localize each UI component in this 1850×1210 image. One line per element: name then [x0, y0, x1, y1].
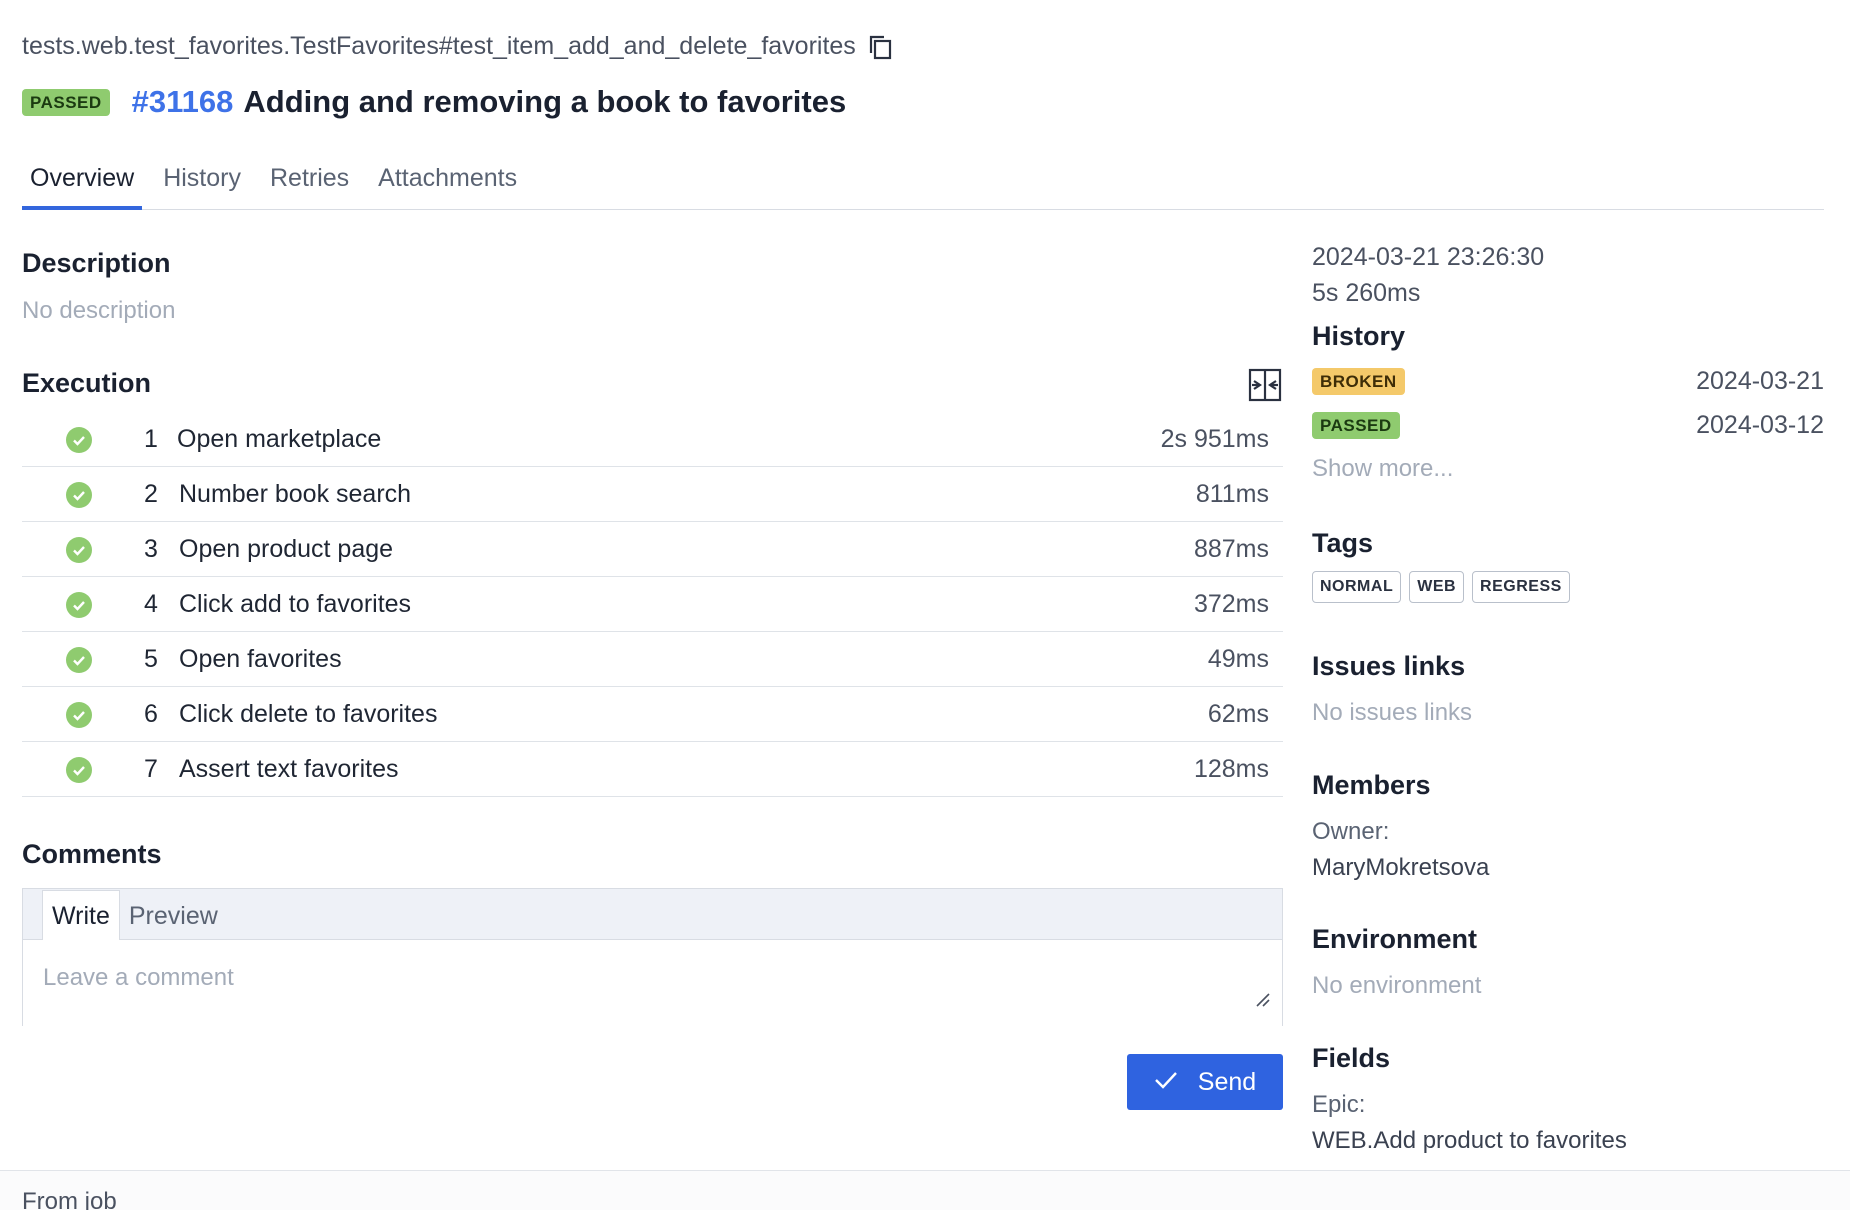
- step-row[interactable]: 1 Open marketplace 2s 951ms: [22, 412, 1283, 467]
- execution-heading: Execution: [22, 368, 152, 398]
- epic-label: Epic:: [1312, 1091, 1366, 1118]
- step-number: 4: [144, 589, 158, 618]
- tab-history[interactable]: History: [155, 160, 249, 210]
- check-icon: [1154, 1068, 1178, 1097]
- step-number: 7: [144, 754, 158, 783]
- step-name: Click delete to favorites: [179, 699, 438, 728]
- step-row[interactable]: 7 Assert text favorites 128ms: [22, 742, 1283, 797]
- footer-strip: [0, 1170, 1850, 1210]
- resize-handle-icon[interactable]: [1256, 993, 1270, 1007]
- run-duration: 5s 260ms: [1312, 279, 1421, 307]
- step-duration: 372ms: [1193, 589, 1269, 618]
- comments-heading: Comments: [22, 839, 162, 869]
- status-badge: PASSED: [22, 88, 110, 116]
- step-name: Click add to favorites: [179, 589, 412, 618]
- passed-check-icon: [66, 757, 92, 783]
- step-number: 3: [144, 534, 158, 563]
- step-name: Number book search: [179, 479, 412, 508]
- step-name: Open marketplace: [177, 424, 382, 453]
- passed-check-icon: [66, 647, 92, 673]
- footer-text: From job: [22, 1188, 117, 1210]
- tag-badge: WEB: [1409, 571, 1465, 603]
- step-duration: 887ms: [1193, 534, 1269, 563]
- copy-icon[interactable]: [866, 33, 894, 61]
- page-title: #31168 Adding and removing a book to favo…: [132, 84, 847, 120]
- history-row[interactable]: BROKEN 2024-03-21: [1312, 367, 1824, 396]
- comment-input[interactable]: [23, 940, 1282, 1026]
- owner-label: Owner:: [1312, 818, 1390, 845]
- members-heading: Members: [1312, 770, 1431, 800]
- owner-name: MaryMokretsova: [1312, 854, 1490, 881]
- tags-heading: Tags: [1312, 528, 1374, 558]
- step-number: 5: [144, 644, 158, 673]
- history-date: 2024-03-12: [1696, 411, 1824, 439]
- passed-check-icon: [66, 427, 92, 453]
- step-duration: 49ms: [1207, 644, 1269, 673]
- passed-check-icon: [66, 537, 92, 563]
- issues-heading: Issues links: [1312, 651, 1466, 681]
- execution-steps: 1 Open marketplace 2s 951ms 2 Number boo…: [22, 412, 1283, 797]
- passed-check-icon: [66, 702, 92, 728]
- tag-badge: REGRESS: [1472, 571, 1570, 603]
- comment-tabs: Write Preview: [23, 889, 1282, 940]
- test-title: Adding and removing a book to favorites: [243, 84, 847, 119]
- status-badge: PASSED: [1312, 412, 1400, 439]
- step-duration: 811ms: [1195, 479, 1269, 508]
- step-row[interactable]: 2 Number book search 811ms: [22, 467, 1283, 522]
- send-label: Send: [1197, 1067, 1257, 1096]
- show-more-link[interactable]: Show more...: [1312, 455, 1453, 483]
- tab-write[interactable]: Write: [42, 890, 120, 940]
- status-badge: BROKEN: [1312, 368, 1405, 395]
- step-row[interactable]: 4 Click add to favorites 372ms: [22, 577, 1283, 632]
- step-name: Assert text favorites: [179, 754, 399, 783]
- fields-heading: Fields: [1312, 1043, 1391, 1073]
- step-name: Open favorites: [179, 644, 342, 673]
- comment-editor: Write Preview: [22, 888, 1283, 1026]
- step-row[interactable]: 6 Click delete to favorites 62ms: [22, 687, 1283, 742]
- environment-text: No environment: [1312, 972, 1482, 999]
- passed-check-icon: [66, 592, 92, 618]
- tab-preview[interactable]: Preview: [120, 894, 227, 939]
- test-id-link[interactable]: #31168: [132, 84, 234, 119]
- step-row[interactable]: 5 Open favorites 49ms: [22, 632, 1283, 687]
- test-full-name-text: tests.web.test_favorites.TestFavorites#t…: [22, 32, 856, 60]
- title-row: PASSED #31168 Adding and removing a book …: [22, 84, 846, 120]
- tab-retries[interactable]: Retries: [262, 160, 357, 210]
- step-number: 6: [144, 699, 158, 728]
- expand-collapse-icon[interactable]: [1248, 368, 1282, 402]
- history-date: 2024-03-21: [1696, 367, 1824, 395]
- environment-heading: Environment: [1312, 924, 1478, 954]
- step-row[interactable]: 3 Open product page 887ms: [22, 522, 1283, 577]
- test-full-name: tests.web.test_favorites.TestFavorites#t…: [22, 32, 894, 61]
- issues-text: No issues links: [1312, 699, 1473, 726]
- history-heading: History: [1312, 321, 1406, 351]
- step-duration: 128ms: [1193, 754, 1269, 783]
- tab-overview[interactable]: Overview: [22, 160, 143, 210]
- tab-attachments[interactable]: Attachments: [370, 160, 525, 210]
- send-button[interactable]: Send: [1127, 1054, 1283, 1110]
- run-timestamp: 2024-03-21 23:26:30: [1312, 243, 1545, 271]
- passed-check-icon: [66, 482, 92, 508]
- description-heading: Description: [22, 248, 171, 278]
- step-number: 2: [144, 479, 158, 508]
- epic-value: WEB.Add product to favorites: [1312, 1127, 1627, 1154]
- tag-list: NORMAL WEB REGRESS: [1312, 571, 1570, 603]
- tag-badge: NORMAL: [1312, 571, 1402, 603]
- history-row[interactable]: PASSED 2024-03-12: [1312, 411, 1824, 440]
- step-duration: 62ms: [1207, 699, 1269, 728]
- description-text: No description: [22, 297, 176, 324]
- tab-bar: Overview History Retries Attachments: [22, 160, 1824, 210]
- step-duration: 2s 951ms: [1160, 424, 1269, 453]
- step-number: 1: [144, 424, 158, 453]
- step-name: Open product page: [179, 534, 394, 563]
